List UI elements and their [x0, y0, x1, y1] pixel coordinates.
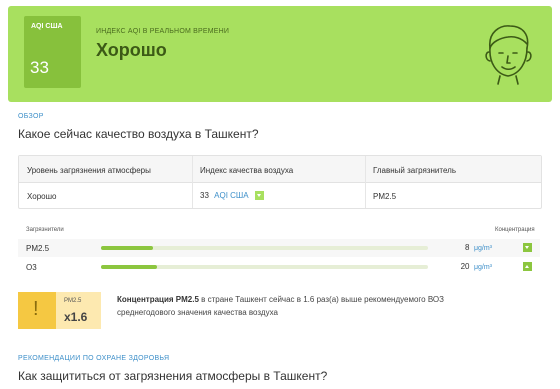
- pollutant-name: O3: [26, 263, 37, 272]
- trend-up-icon: [523, 262, 532, 271]
- level-value: Хорошо: [27, 192, 57, 201]
- overview-question: Какое сейчас качество воздуха в Ташкент?: [18, 127, 259, 141]
- summary-table: Уровень загрязнения атмосферы Индекс кач…: [18, 155, 542, 209]
- health-question: Как защититься от загрязнения атмосферы …: [18, 369, 328, 383]
- trend-down-icon: [523, 243, 532, 252]
- factor-pollutant: PM2.5: [64, 298, 82, 304]
- warning-icon: !: [18, 292, 56, 329]
- who-comparison-badge: ! PM2.5 x1.6: [18, 292, 101, 329]
- header-pollutant: Главный загрязнитель: [373, 166, 456, 175]
- aqi-badge-value: 33: [30, 58, 49, 77]
- aqi-cell: 33 AQI США: [200, 191, 264, 201]
- aqi-badge-label: AQI США: [31, 23, 63, 30]
- health-label: РЕКОМЕНДАЦИИ ПО ОХРАНЕ ЗДОРОВЬЯ: [18, 355, 170, 362]
- realtime-subtitle: ИНДЕКС AQI В РЕАЛЬНОМ ВРЕМЕНИ: [96, 28, 230, 35]
- pollutant-bar: [101, 265, 428, 269]
- pollutant-concentration: 8 μg/m³: [465, 243, 492, 252]
- pollutant-concentration: 20 μg/m³: [461, 262, 492, 271]
- aqi-badge: AQI США 33: [24, 16, 81, 88]
- aqi-cell-unit: AQI США: [214, 191, 249, 200]
- pollutant-row-pm25: PM2.5 8 μg/m³: [18, 239, 540, 257]
- overview-label: ОБЗОР: [18, 113, 44, 120]
- concentration-unit: μg/m³: [473, 264, 492, 271]
- header-aqi: Индекс качества воздуха: [200, 166, 294, 175]
- pollutant-bar: [101, 246, 428, 250]
- concentration-unit: μg/m³: [473, 245, 492, 252]
- pollutant-bar-fill: [101, 265, 157, 269]
- trend-down-icon: [254, 191, 264, 201]
- aqi-status: Хорошо: [96, 40, 167, 60]
- who-comparison-text: Концентрация PM2.5 в стране Ташкент сейч…: [117, 293, 457, 319]
- factor-box: PM2.5 x1.6: [56, 292, 101, 329]
- concentration-header: Концентрация: [495, 227, 535, 233]
- header-level: Уровень загрязнения атмосферы: [27, 166, 151, 175]
- pollutant-bar-fill: [101, 246, 154, 250]
- who-text-bold: Концентрация PM2.5: [117, 295, 199, 304]
- face-icon: [485, 25, 532, 85]
- pollutant-value: PM2.5: [373, 192, 397, 201]
- concentration-value: 8: [465, 243, 470, 252]
- factor-value: x1.6: [64, 310, 88, 324]
- pollutant-name: PM2.5: [26, 244, 50, 253]
- pollutant-row-o3: O3 20 μg/m³: [18, 258, 540, 276]
- aqi-banner: AQI США 33 ИНДЕКС AQI В РЕАЛЬНОМ ВРЕМЕНИ…: [8, 6, 552, 102]
- aqi-cell-value: 33: [200, 191, 209, 200]
- concentration-value: 20: [460, 262, 470, 271]
- pollutants-header: Загрязнители: [26, 227, 64, 233]
